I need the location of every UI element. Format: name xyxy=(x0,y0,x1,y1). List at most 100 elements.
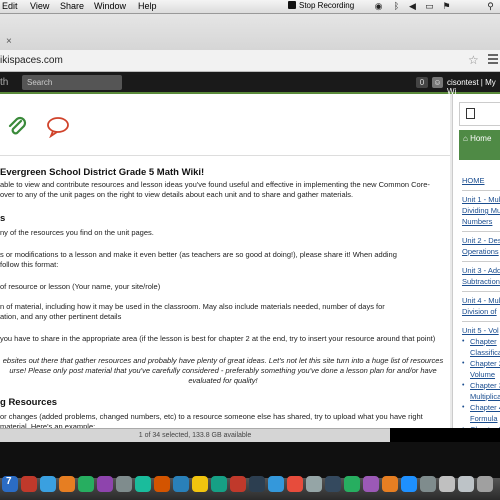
menu-view[interactable]: View xyxy=(30,1,49,11)
dock-app-icon[interactable] xyxy=(192,476,208,492)
home-icon: ⌂ xyxy=(463,134,468,143)
sidebar-divider xyxy=(462,190,500,191)
section-heading: g Resources xyxy=(0,397,58,408)
sidebar-nav-link[interactable]: Chapter 3 xyxy=(470,381,500,391)
dock-app-icon[interactable] xyxy=(477,476,493,492)
menu-window[interactable]: Window xyxy=(94,1,126,11)
wireless-icon[interactable]: ◉ xyxy=(374,2,383,11)
sidebar-divider xyxy=(462,291,500,292)
close-tab-icon[interactable]: × xyxy=(6,36,12,47)
sidebar-nav-link[interactable]: Dividing Mu xyxy=(462,206,500,216)
home-label: Home xyxy=(470,134,492,143)
paragraph-line: follow this format: xyxy=(0,260,59,269)
sidebar-nav-link[interactable]: Numbers xyxy=(462,217,492,227)
page-toolbar xyxy=(0,94,450,156)
navigation-sidebar: ⌂ Home HOME Unit 1 - Mul Dividing Mu Number… xyxy=(452,94,500,428)
sidebar-nav-link[interactable]: Classifica xyxy=(470,348,500,358)
bullet-icon: • xyxy=(462,404,465,411)
sidebar-nav-link[interactable]: Chapter 2 xyxy=(470,359,500,369)
stop-recording-button[interactable]: Stop Recording xyxy=(288,1,354,10)
sidebar-nav-link[interactable]: Division of xyxy=(462,307,497,317)
dock-app-icon[interactable] xyxy=(268,476,284,492)
paragraph-line: able to view and contribute resources an… xyxy=(0,180,430,189)
dock-app-icon[interactable] xyxy=(173,476,189,492)
dock-app-icon[interactable] xyxy=(97,476,113,492)
bullet-icon: • xyxy=(462,382,465,389)
comment-icon[interactable] xyxy=(46,116,70,138)
dock-app-icon[interactable] xyxy=(287,476,303,492)
spotlight-icon[interactable]: ⚲ xyxy=(486,2,495,11)
flag-icon[interactable]: ⚑ xyxy=(442,2,451,11)
sidebar-divider xyxy=(462,321,500,322)
main-content: Evergreen School District Grade 5 Math W… xyxy=(0,94,450,431)
search-input[interactable]: Search xyxy=(22,75,122,90)
paragraph-line: n of material, including how it may be u… xyxy=(0,302,385,311)
dock-app-icon[interactable] xyxy=(458,476,474,492)
battery-icon[interactable]: ▭ xyxy=(425,2,434,11)
dock: 7 xyxy=(0,442,500,500)
paragraph-line: ebsites out there that gather resources … xyxy=(2,356,444,365)
dock-app-icon[interactable] xyxy=(325,476,341,492)
paragraph-line: ny of the resources you find on the unit… xyxy=(0,228,154,237)
sidebar-nav-link[interactable]: Chapter 4 xyxy=(470,403,500,413)
avatar[interactable]: ☺ xyxy=(432,77,443,88)
paragraph-line: over to any of the unit pages on the rig… xyxy=(0,190,354,199)
finder-status-bar: 1 of 34 selected, 133.8 GB available xyxy=(0,428,390,442)
bluetooth-icon[interactable]: ᛒ xyxy=(392,2,401,11)
home-button[interactable]: ⌂ Home xyxy=(459,130,500,160)
dock-app-icon[interactable] xyxy=(116,476,132,492)
sidebar-nav-link[interactable]: Chapter xyxy=(470,337,497,347)
paragraph-line: evaluated for quality! xyxy=(188,376,258,385)
dock-app-icon[interactable] xyxy=(40,476,56,492)
paragraph-line: of resource or lesson (Your name, your s… xyxy=(0,282,161,291)
sidebar-divider xyxy=(462,231,500,232)
dock-app-icon[interactable] xyxy=(363,476,379,492)
menu-edit[interactable]: Edit xyxy=(2,1,18,11)
dock-app-icon[interactable] xyxy=(230,476,246,492)
sidebar-nav-link[interactable]: Unit 4 - Mul xyxy=(462,296,500,306)
sidebar-divider xyxy=(462,261,500,262)
notification-badge[interactable]: 0 xyxy=(416,77,428,88)
sidebar-nav-link[interactable]: Unit 1 - Mul xyxy=(462,195,500,205)
dock-app-icon[interactable] xyxy=(382,476,398,492)
bookmark-star-icon[interactable]: ☆ xyxy=(468,53,479,67)
sidebar-nav-link[interactable]: HOME xyxy=(462,176,485,186)
sidebar-nav-link[interactable]: Subtraction xyxy=(462,277,500,287)
menu-help[interactable]: Help xyxy=(138,1,157,11)
dock-app-icon[interactable] xyxy=(306,476,322,492)
dock-app-icon[interactable] xyxy=(59,476,75,492)
dock-app-icon[interactable] xyxy=(344,476,360,492)
dock-app-icon[interactable] xyxy=(420,476,436,492)
url-text[interactable]: ikispaces.com xyxy=(0,55,63,66)
mac-menu-bar: Edit View Share Window Help Stop Recordi… xyxy=(0,0,500,14)
dock-app-icon[interactable] xyxy=(21,476,37,492)
sidebar-nav-link[interactable]: Multiplica xyxy=(470,392,500,402)
volume-icon[interactable]: ◀ xyxy=(408,2,417,11)
menu-share[interactable]: Share xyxy=(60,1,84,11)
dock-app-icon[interactable] xyxy=(78,476,94,492)
sidebar-nav-link[interactable]: Operations xyxy=(462,247,499,257)
browser-tab-bar xyxy=(0,14,500,50)
sidebar-nav-link[interactable]: Unit 2 - Des xyxy=(462,236,500,246)
wiki-page: Evergreen School District Grade 5 Math W… xyxy=(0,94,500,431)
dock-app-icon[interactable] xyxy=(439,476,455,492)
sidebar-nav-link[interactable]: Formula xyxy=(470,414,498,424)
address-bar[interactable]: ikispaces.com ☆ xyxy=(0,50,500,72)
sidebar-nav-link[interactable]: Unit 3 - Add xyxy=(462,266,500,276)
dock-app-icon[interactable] xyxy=(135,476,151,492)
record-stop-icon xyxy=(288,1,296,9)
bullet-icon: • xyxy=(462,360,465,367)
browser-menu-icon[interactable] xyxy=(488,54,498,64)
dock-app-icon[interactable] xyxy=(401,476,417,492)
paperclip-icon[interactable] xyxy=(6,116,28,138)
username-link[interactable]: cisontest xyxy=(447,78,479,87)
site-name[interactable]: th xyxy=(0,77,8,88)
sidebar-nav-link[interactable]: Unit 5 - Vol xyxy=(462,326,499,336)
paragraph-line: s or modifications to a lesson and make … xyxy=(0,250,397,259)
dock-app-icon[interactable] xyxy=(154,476,170,492)
pages-tab[interactable] xyxy=(459,102,500,126)
dock-app-icon[interactable] xyxy=(249,476,265,492)
dock-app-icon[interactable] xyxy=(211,476,227,492)
sidebar-nav-link[interactable]: Chapter 5 xyxy=(470,425,500,428)
sidebar-nav-link[interactable]: Volume xyxy=(470,370,495,380)
